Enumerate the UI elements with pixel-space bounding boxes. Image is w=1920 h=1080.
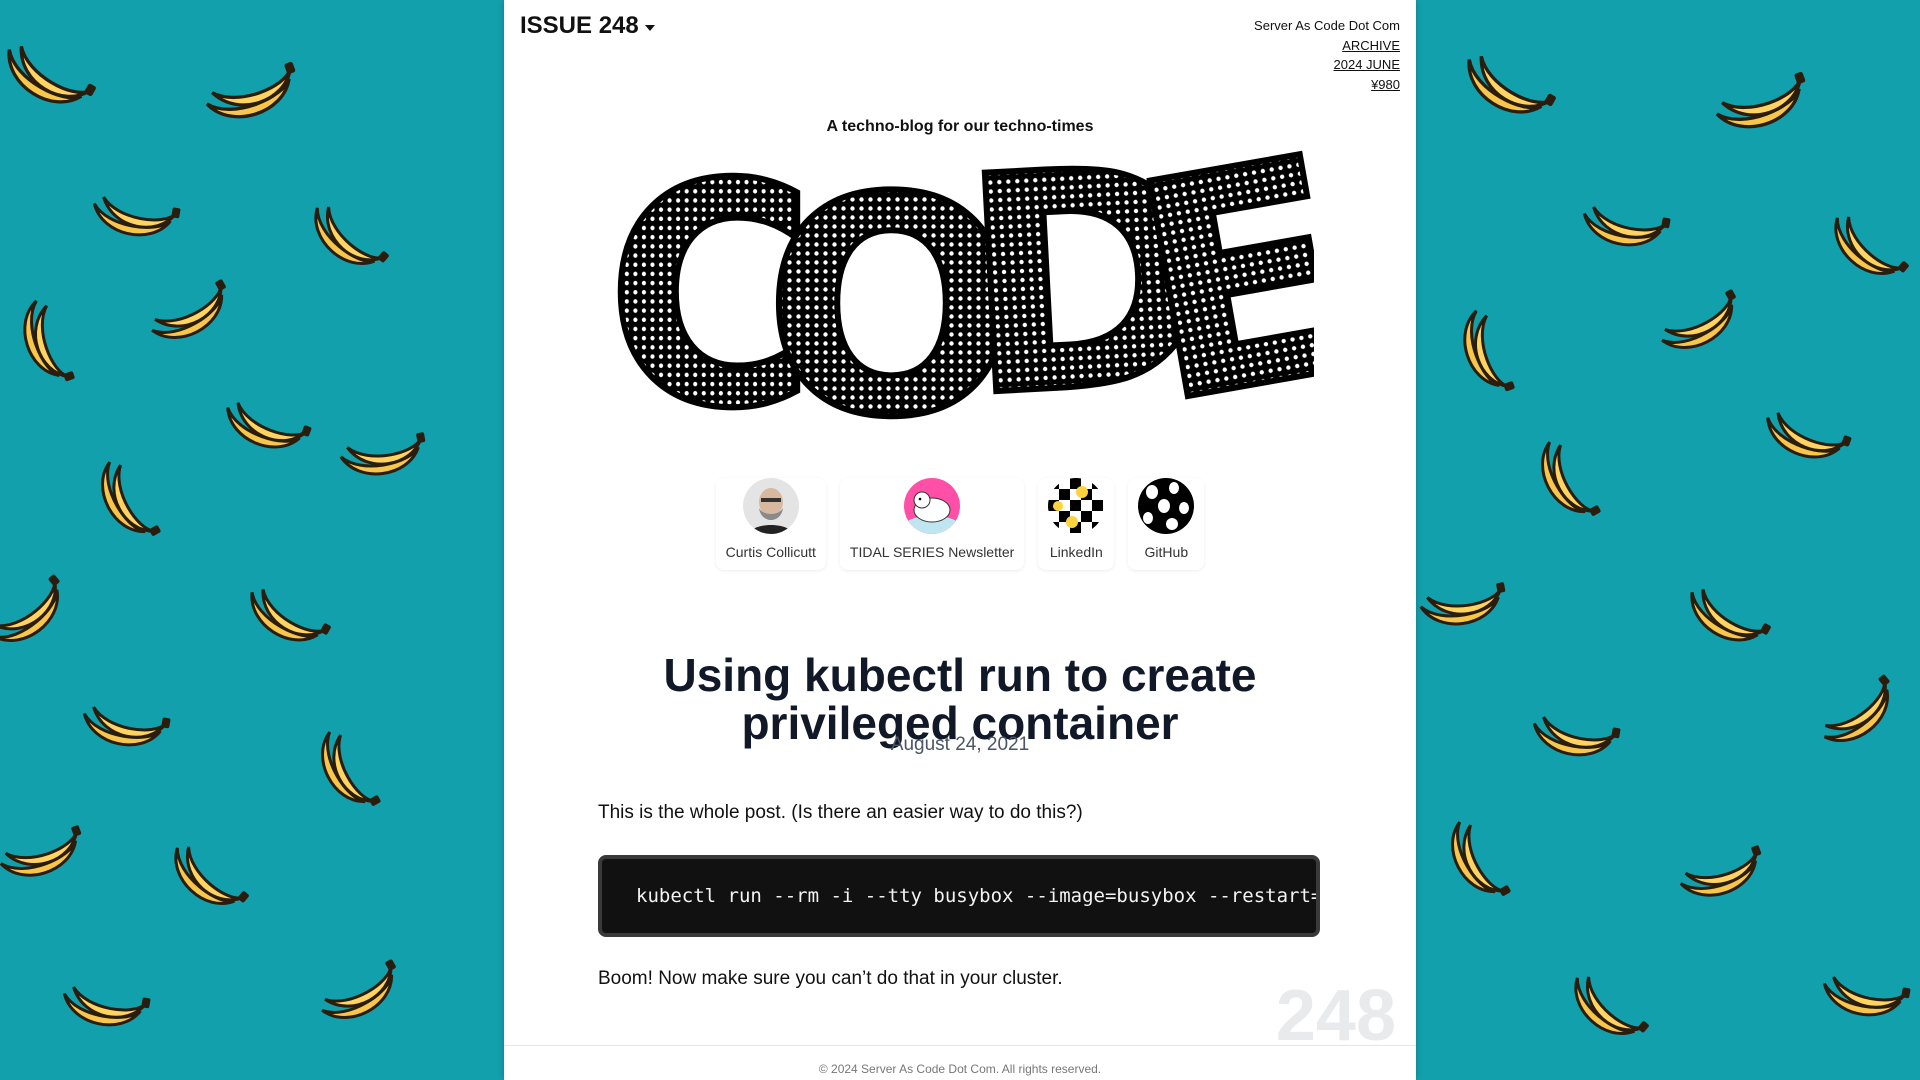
- author-avatar: [742, 478, 799, 534]
- top-links: Server As Code Dot Com ARCHIVE 2024 JUNE…: [1254, 16, 1400, 94]
- site-name: Server As Code Dot Com: [1254, 18, 1400, 33]
- post-date: August 24, 2021: [890, 734, 1030, 755]
- profile-linkedin[interactable]: LinkedIn: [1038, 478, 1114, 570]
- content-page: ISSUE 248 Server As Code Dot Com ARCHIVE…: [504, 0, 1416, 1080]
- profile-github[interactable]: GitHub: [1128, 478, 1204, 570]
- issue-label: ISSUE 248: [520, 12, 639, 39]
- post-title: Using kubectl run to create privileged c…: [663, 648, 1257, 749]
- tagline: A techno-blog for our techno-times: [826, 118, 1094, 135]
- month-link[interactable]: 2024 JUNE: [1254, 55, 1400, 75]
- profile-author[interactable]: Curtis Collicutt: [716, 478, 826, 570]
- checker-smiley-avatar: [1048, 478, 1105, 534]
- profile-label: Curtis Collicutt: [725, 544, 816, 560]
- post-outro: Boom! Now make sure you can’t do that in…: [598, 968, 1063, 989]
- archive-link[interactable]: ARCHIVE: [1254, 36, 1400, 56]
- post-intro: This is the whole post. (Is there an eas…: [598, 802, 1083, 823]
- code-command: kubectl run --rm -i --tty busybox --imag…: [636, 885, 1320, 907]
- footer-copyright: © 2024 Server As Code Dot Com. All right…: [818, 1062, 1102, 1076]
- profile-label: GitHub: [1144, 544, 1189, 560]
- profile-label: TIDAL SERIES Newsletter: [849, 544, 1015, 560]
- footer-divider: [504, 1045, 1416, 1046]
- code-block[interactable]: kubectl run --rm -i --tty busybox --imag…: [598, 855, 1320, 937]
- profile-links: Curtis Collicutt TIDAL SERIES Newsletter: [504, 478, 1416, 570]
- profile-newsletter[interactable]: TIDAL SERIES Newsletter: [840, 478, 1024, 570]
- ghost-pattern-avatar: [1138, 478, 1195, 534]
- issue-number-watermark: 248: [1275, 976, 1396, 1056]
- code-logo: C O D E: [614, 150, 1314, 440]
- price-link[interactable]: ¥980: [1254, 75, 1400, 95]
- profile-label: LinkedIn: [1049, 544, 1103, 560]
- chevron-down-icon: [644, 25, 655, 31]
- polar-bear-avatar: [904, 478, 961, 534]
- issue-selector[interactable]: ISSUE 248: [520, 12, 655, 40]
